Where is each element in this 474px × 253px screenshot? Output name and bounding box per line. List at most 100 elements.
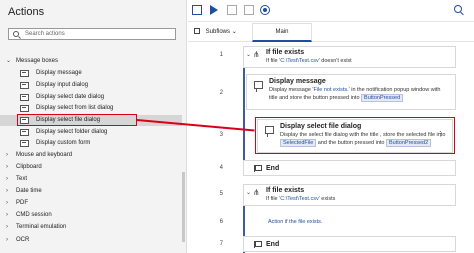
action-item-display-custom-form[interactable]: Display custom form bbox=[0, 138, 182, 149]
category-ocr[interactable]: › OCR bbox=[0, 235, 182, 246]
line-number: 6 bbox=[219, 219, 223, 225]
category-label: Mouse and keyboard bbox=[16, 152, 73, 158]
chevron-right-icon: › bbox=[6, 164, 8, 170]
branch-icon: ⋔ bbox=[253, 188, 260, 197]
line-number: 3 bbox=[219, 132, 223, 138]
panel-title: Actions bbox=[8, 6, 45, 18]
line-number: 2 bbox=[219, 90, 223, 96]
category-pdf[interactable]: › PDF bbox=[0, 198, 182, 209]
category-label: OCR bbox=[16, 237, 30, 243]
step-title: If file exists bbox=[266, 187, 305, 194]
run-icon[interactable] bbox=[210, 5, 218, 15]
record-icon[interactable] bbox=[260, 5, 270, 15]
action-item-display-select-folder-dialog[interactable]: Display select folder dialog bbox=[0, 127, 182, 138]
flow-step-if-file-exists[interactable]: ⌄ ⋔ If file exists If file 'C:\Test\Test… bbox=[243, 46, 456, 68]
line-number: 5 bbox=[219, 191, 223, 197]
chevron-down-icon: ⌄ bbox=[6, 58, 12, 64]
step-description: Action if the file exists. bbox=[268, 219, 448, 226]
action-label: Display select date dialog bbox=[36, 94, 105, 100]
find-icon[interactable] bbox=[454, 5, 462, 13]
subflows-dropdown[interactable]: Subflows ⌄ bbox=[194, 28, 237, 35]
subflows-icon bbox=[194, 28, 200, 34]
message-icon bbox=[254, 81, 263, 92]
line-number: 4 bbox=[219, 165, 223, 171]
action-label: Display message bbox=[36, 70, 82, 76]
step-description: If file 'C:\Test\Test.csv' exists bbox=[266, 196, 336, 202]
action-label: Display input dialog bbox=[36, 82, 89, 88]
category-label: CMD session bbox=[16, 212, 52, 218]
flow-tabs: Subflows ⌄ Main bbox=[188, 22, 474, 42]
action-label: Display custom form bbox=[36, 140, 91, 146]
chevron-down-icon: ⌄ bbox=[246, 52, 252, 58]
tab-main[interactable]: Main bbox=[252, 23, 312, 42]
category-message-boxes[interactable]: ⌄ Message boxes bbox=[0, 56, 182, 67]
search-icon bbox=[13, 31, 19, 37]
step-description: If file 'C:\Test\Test.csv' doesn't exist bbox=[266, 58, 352, 64]
chevron-down-icon: ⌄ bbox=[246, 190, 252, 196]
action-icon bbox=[20, 94, 29, 101]
next-step-icon[interactable] bbox=[244, 5, 254, 15]
category-label: Text bbox=[16, 176, 28, 182]
category-mouse-and-keyboard[interactable]: › Mouse and keyboard bbox=[0, 150, 182, 161]
branch-icon: ⋔ bbox=[253, 50, 260, 59]
highlight-box-left bbox=[17, 114, 137, 126]
category-clipboard[interactable]: › Clipboard bbox=[0, 162, 182, 173]
end-flag-icon bbox=[254, 165, 262, 172]
search-placeholder: Search actions bbox=[25, 31, 65, 37]
category-label: Clipboard bbox=[16, 164, 42, 170]
flow-step-if-file-exists-2[interactable]: ⌄ ⋔ If file exists If file 'C:\Test\Test… bbox=[243, 184, 456, 206]
step-description: Display message 'File not exists.' in th… bbox=[269, 87, 441, 102]
line-number: 1 bbox=[219, 52, 223, 58]
chevron-right-icon: › bbox=[6, 152, 8, 158]
action-icon bbox=[20, 82, 29, 89]
flow-step-end-2[interactable]: End bbox=[243, 236, 456, 252]
action-item-display-message[interactable]: Display message bbox=[0, 68, 182, 79]
scrollbar-thumb[interactable] bbox=[182, 172, 185, 242]
action-label: Display select folder dialog bbox=[36, 129, 108, 135]
category-label: Date time bbox=[16, 188, 42, 194]
flow-step-end[interactable]: End bbox=[243, 160, 456, 176]
action-item-display-select-from-list-dialog[interactable]: Display select from list dialog bbox=[0, 103, 182, 114]
subflows-label: Subflows bbox=[205, 29, 231, 35]
toolbar bbox=[188, 0, 474, 22]
action-item-display-input-dialog[interactable]: Display input dialog bbox=[0, 80, 182, 91]
end-flag-icon bbox=[254, 241, 262, 248]
step-title: Display message bbox=[269, 78, 326, 85]
line-number: 7 bbox=[219, 241, 223, 247]
step-title: If file exists bbox=[266, 49, 305, 56]
category-cmd-session[interactable]: › CMD session bbox=[0, 210, 182, 221]
action-label: Display select from list dialog bbox=[36, 105, 114, 111]
chevron-right-icon: › bbox=[6, 237, 8, 243]
block-indent-bar bbox=[243, 68, 245, 160]
category-date-time[interactable]: › Date time bbox=[0, 186, 182, 197]
action-icon bbox=[20, 129, 29, 136]
save-icon[interactable] bbox=[192, 5, 202, 15]
variable-pill[interactable]: ButtonPressed bbox=[361, 94, 404, 102]
chevron-down-icon: ⌄ bbox=[231, 29, 237, 35]
chevron-right-icon: › bbox=[6, 188, 8, 194]
action-icon bbox=[20, 70, 29, 77]
value-link[interactable]: 'File not exists.' bbox=[312, 87, 349, 93]
value-link[interactable]: 'C:\Test\Test.csv' bbox=[279, 196, 320, 202]
stop-icon[interactable] bbox=[227, 5, 237, 15]
category-label: Message boxes bbox=[16, 58, 59, 64]
chevron-right-icon: › bbox=[6, 224, 8, 230]
category-label: Terminal emulation bbox=[16, 224, 67, 230]
value-link[interactable]: 'C:\Test\Test.csv' bbox=[279, 58, 320, 64]
chevron-right-icon: › bbox=[6, 200, 8, 206]
action-icon bbox=[20, 105, 29, 112]
category-label: PDF bbox=[16, 200, 28, 206]
category-text[interactable]: › Text bbox=[0, 174, 182, 185]
category-terminal-emulation[interactable]: › Terminal emulation bbox=[0, 222, 182, 233]
action-item-display-select-date-dialog[interactable]: Display select date dialog bbox=[0, 92, 182, 103]
step-title: End bbox=[266, 241, 280, 248]
action-if-file-exists-link[interactable]: Action if the file exists. bbox=[268, 219, 322, 225]
chevron-right-icon: › bbox=[6, 212, 8, 218]
search-actions-input[interactable]: Search actions bbox=[8, 28, 176, 40]
highlight-box-right bbox=[255, 117, 455, 154]
step-title: End bbox=[266, 165, 280, 172]
chevron-right-icon: › bbox=[6, 176, 8, 182]
action-icon bbox=[20, 140, 29, 147]
flow-step-placeholder[interactable]: Action if the file exists. bbox=[250, 212, 456, 234]
flow-step-display-message[interactable]: Display message Display message 'File no… bbox=[246, 74, 456, 110]
